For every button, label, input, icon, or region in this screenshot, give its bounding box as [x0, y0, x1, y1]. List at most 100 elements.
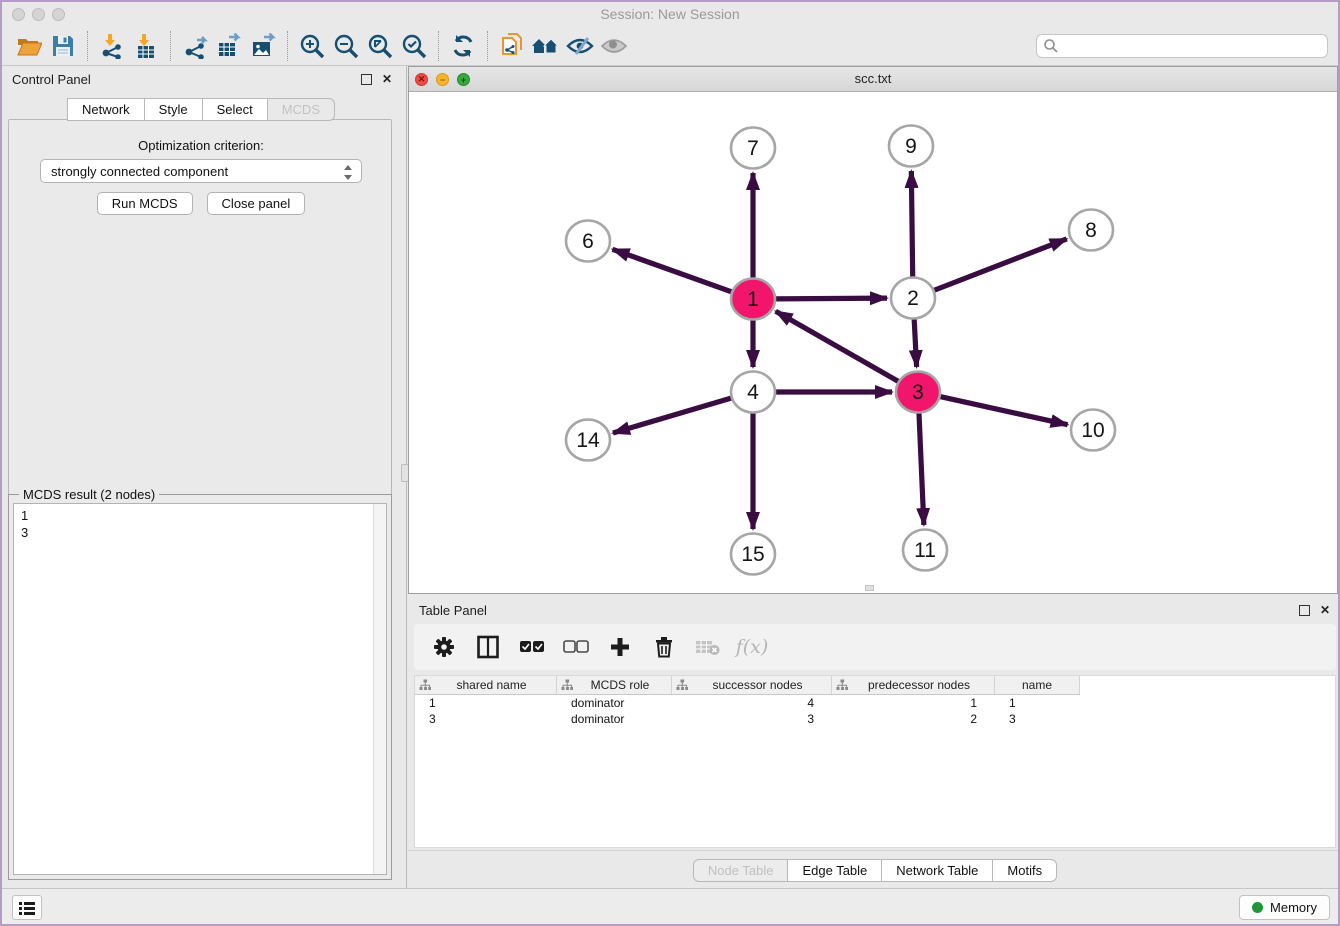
mcds-result-group: MCDS result (2 nodes) 1 3 — [8, 494, 392, 880]
export-table-icon[interactable] — [212, 30, 246, 62]
status-bar: Memory — [2, 888, 1338, 924]
search-input[interactable] — [1059, 36, 1327, 56]
application-window: Session: New Session — [0, 0, 1340, 926]
task-history-button[interactable] — [12, 895, 42, 920]
column-header-successor-nodes[interactable]: successor nodes — [672, 676, 832, 695]
network-window: ✕ − + scc.txt 7 9 6 8 1 2 4 3 14 10 15 11 — [408, 66, 1338, 594]
open-session-icon[interactable] — [12, 30, 46, 62]
node-8[interactable]: 8 — [1069, 210, 1113, 251]
close-panel-icon[interactable]: ✕ — [382, 72, 392, 86]
column-header-shared-name[interactable]: shared name — [415, 676, 557, 695]
node-9[interactable]: 9 — [889, 126, 933, 167]
edge-4-14[interactable] — [613, 398, 732, 433]
zoom-selected-icon[interactable] — [397, 30, 431, 62]
function-builder-icon[interactable]: f(x) — [738, 633, 766, 661]
memory-status-icon — [1252, 902, 1263, 913]
node-7[interactable]: 7 — [731, 128, 775, 169]
tab-style[interactable]: Style — [145, 98, 203, 121]
float-table-panel-icon[interactable] — [1299, 605, 1310, 616]
column-type-icon — [836, 679, 848, 691]
node-15[interactable]: 15 — [731, 534, 775, 575]
cell-MCDS-role[interactable]: dominator — [557, 695, 672, 711]
cell-successor-nodes[interactable]: 3 — [672, 711, 832, 727]
edge-1-6[interactable] — [613, 249, 733, 292]
cell-successor-nodes[interactable]: 4 — [672, 695, 832, 711]
export-image-icon[interactable] — [246, 30, 280, 62]
tab-network[interactable]: Network — [67, 98, 145, 121]
zoom-out-icon[interactable] — [329, 30, 363, 62]
save-session-icon[interactable] — [46, 30, 80, 62]
network-svg: 7 9 6 8 1 2 4 3 14 10 15 11 — [409, 92, 1337, 593]
column-label: name — [999, 678, 1075, 692]
table-row[interactable]: 3dominator323 — [415, 711, 1335, 727]
export-network-icon[interactable] — [178, 30, 212, 62]
show-hidden-icon[interactable] — [597, 30, 631, 62]
clear-checkboxes-icon[interactable] — [562, 633, 590, 661]
tab-edge-table[interactable]: Edge Table — [788, 859, 882, 882]
tab-motifs[interactable]: Motifs — [993, 859, 1057, 882]
node-table[interactable]: shared nameMCDS rolesuccessor nodesprede… — [414, 675, 1336, 848]
edge-2-8[interactable] — [934, 239, 1067, 291]
table-options-gear-icon[interactable] — [430, 633, 458, 661]
mcds-result-area[interactable]: 1 3 — [13, 503, 387, 875]
node-4[interactable]: 4 — [731, 372, 775, 413]
toolbar-separator — [170, 31, 171, 61]
node-10[interactable]: 10 — [1071, 410, 1115, 451]
node-label: 7 — [747, 137, 759, 160]
edge-3-10[interactable] — [939, 396, 1067, 424]
new-network-from-selection-icon[interactable] — [495, 30, 529, 62]
zoom-in-icon[interactable] — [295, 30, 329, 62]
node-2[interactable]: 2 — [891, 278, 935, 319]
cell-shared-name[interactable]: 3 — [415, 711, 557, 727]
hide-selected-icon[interactable] — [563, 30, 597, 62]
criterion-select[interactable]: strongly connected component — [40, 159, 362, 183]
cell-name[interactable]: 3 — [995, 711, 1080, 727]
cell-predecessor-nodes[interactable]: 1 — [832, 695, 995, 711]
tab-select[interactable]: Select — [203, 98, 268, 121]
tab-network-table[interactable]: Network Table — [882, 859, 993, 882]
select-all-checkboxes-icon[interactable] — [518, 633, 546, 661]
cell-shared-name[interactable]: 1 — [415, 695, 557, 711]
column-header-predecessor-nodes[interactable]: predecessor nodes — [832, 676, 995, 695]
memory-button[interactable]: Memory — [1239, 895, 1330, 920]
edge-2-3[interactable] — [914, 319, 916, 367]
node-label: 8 — [1085, 219, 1097, 242]
run-mcds-button[interactable]: Run MCDS — [97, 192, 193, 215]
node-3[interactable]: 3 — [896, 372, 940, 413]
mcds-result-title: MCDS result (2 nodes) — [19, 487, 159, 502]
zoom-fit-icon[interactable] — [363, 30, 397, 62]
tab-node-table[interactable]: Node Table — [693, 859, 789, 882]
node-14[interactable]: 14 — [566, 420, 610, 461]
close-panel-button[interactable]: Close panel — [207, 192, 306, 215]
network-resize-handle[interactable] — [865, 585, 874, 591]
cell-name[interactable]: 1 — [995, 695, 1080, 711]
column-header-MCDS-role[interactable]: MCDS role — [557, 676, 672, 695]
edge-1-2[interactable] — [775, 298, 887, 299]
delete-column-trash-icon[interactable] — [650, 633, 678, 661]
cell-predecessor-nodes[interactable]: 2 — [832, 711, 995, 727]
refresh-view-icon[interactable] — [446, 30, 480, 62]
node-11[interactable]: 11 — [903, 530, 947, 571]
first-neighbors-icon[interactable] — [529, 30, 563, 62]
edge-2-9[interactable] — [911, 171, 912, 277]
network-window-titlebar[interactable]: ✕ − + scc.txt — [409, 67, 1337, 92]
control-panel-title: Control Panel — [12, 72, 91, 87]
main-toolbar — [2, 26, 1338, 66]
node-6[interactable]: 6 — [566, 221, 610, 262]
node-1[interactable]: 1 — [731, 279, 775, 320]
float-panel-icon[interactable] — [361, 74, 372, 85]
import-network-icon[interactable] — [95, 30, 129, 62]
column-header-name[interactable]: name — [995, 676, 1080, 695]
close-table-panel-icon[interactable]: ✕ — [1320, 603, 1330, 617]
network-canvas[interactable]: 7 9 6 8 1 2 4 3 14 10 15 11 — [409, 92, 1337, 593]
delete-table-icon[interactable] — [694, 633, 722, 661]
import-table-icon[interactable] — [129, 30, 163, 62]
table-row[interactable]: 1dominator411 — [415, 695, 1335, 711]
cell-MCDS-role[interactable]: dominator — [557, 711, 672, 727]
tab-mcds[interactable]: MCDS — [268, 98, 335, 121]
result-scrollbar[interactable] — [373, 504, 386, 874]
show-columns-icon[interactable] — [474, 633, 502, 661]
edge-3-11[interactable] — [919, 413, 924, 525]
add-column-icon[interactable] — [606, 633, 634, 661]
edge-3-1[interactable] — [776, 311, 899, 381]
